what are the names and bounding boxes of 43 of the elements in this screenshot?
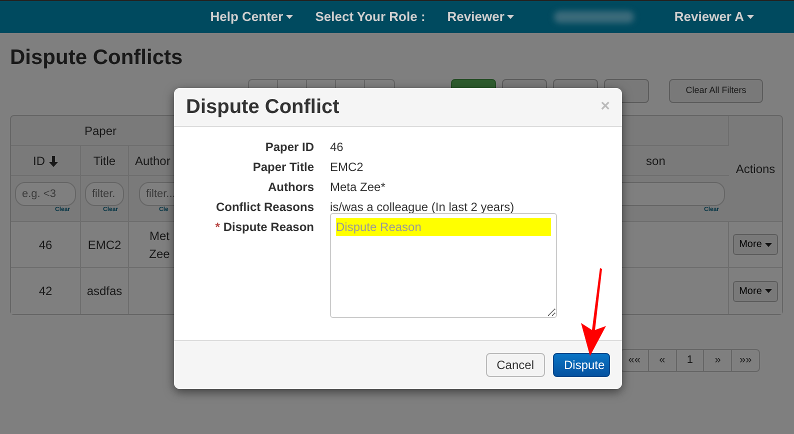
filter-field[interactable]: filter.	[85, 182, 124, 206]
column-header[interactable]: Author	[135, 154, 170, 168]
page-title: Dispute Conflicts	[10, 45, 184, 71]
caret-icon	[747, 15, 754, 19]
page-link[interactable]: »	[704, 350, 732, 371]
reason-field[interactable]: Dispute Reason	[330, 213, 557, 318]
field-label: Paper Title	[252, 160, 314, 174]
sort-down-icon[interactable]	[49, 156, 58, 167]
table-cell: 42	[11, 268, 81, 314]
table-cell: 46	[11, 222, 81, 268]
table-cell: asdfas	[81, 268, 129, 314]
menu-dropdown[interactable]: Reviewer	[447, 7, 514, 27]
clear-filters-button[interactable]: Clear All Filters	[669, 79, 763, 103]
field-value: 46	[330, 139, 344, 156]
field-label: Dispute Reason	[223, 220, 314, 234]
role-label: Select Your Role :	[315, 8, 426, 26]
filter-field[interactable]: e.g. <3	[15, 182, 76, 206]
column-header[interactable]: son	[646, 154, 666, 168]
page-link[interactable]: 1	[676, 350, 704, 371]
cancel-button[interactable]: Cancel	[486, 353, 545, 377]
caret-icon	[764, 289, 772, 293]
field-value: is/was a colleague (In last 2 years)	[330, 199, 514, 216]
column-header[interactable]: Title	[93, 154, 116, 168]
caret-icon	[507, 15, 514, 19]
dispute-button[interactable]: Dispute	[553, 353, 610, 377]
page-link[interactable]: «	[648, 350, 677, 371]
table-cell: EMC2	[81, 222, 129, 268]
menu-dropdown[interactable]: Help Center	[210, 7, 294, 27]
more-button[interactable]: More	[733, 280, 778, 302]
caret-icon	[764, 242, 772, 246]
field-label: Paper ID	[265, 140, 314, 154]
field-label: Authors	[268, 180, 314, 194]
table-cell-text: Met Zee	[149, 228, 170, 262]
field-label: Conflict Reasons	[216, 200, 314, 214]
field-value: EMC2	[330, 159, 364, 176]
column-header[interactable]: ID	[33, 154, 45, 168]
field-value: Meta Zee*	[330, 179, 386, 196]
more-button[interactable]: More	[733, 234, 778, 255]
required-mark: *	[215, 220, 220, 234]
page-link[interactable]: »»	[732, 350, 759, 371]
menu-dropdown[interactable]: Reviewer A	[674, 7, 754, 27]
dialog-title: Dispute Conflict	[186, 95, 340, 119]
caret-icon	[286, 15, 294, 19]
